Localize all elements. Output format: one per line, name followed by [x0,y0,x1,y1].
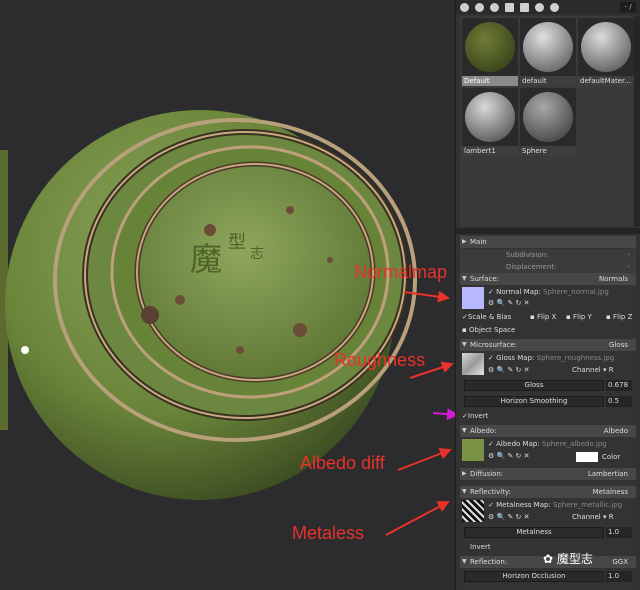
material-ball [523,22,573,72]
invert-metalness-checkbox[interactable]: Invert [470,543,491,551]
gloss-map-thumb[interactable] [462,353,484,375]
section-albedo[interactable]: ▼ Albedo: Albedo [460,425,636,437]
flip-y-checkbox[interactable]: ▪ Flip Y [566,313,592,321]
flip-z-checkbox[interactable]: ▪ Flip Z [606,313,632,321]
metalness-map-label: ✓ Metalness Map: Sphere_metallic.jpg [488,501,623,509]
horizon-occlusion-value[interactable]: 1.0 [606,571,632,582]
displacement-row[interactable]: Displacement: - [460,261,636,273]
gloss-channel-select[interactable]: Channel ▾ R [572,366,614,374]
material-label: Sphere [520,146,576,156]
metalness-map-tools[interactable]: ⚙ 🔍 ✎ ↻ ✕ [488,513,530,521]
annotation-arrows [385,290,454,536]
section-microsurface[interactable]: ▼ Microsurface: Gloss [460,339,636,351]
material-sphere[interactable]: Sphere [520,88,576,156]
library-scrollbar[interactable] [634,16,640,226]
viewport[interactable]: 魔 型 志 Normalmap Roughness Albedo diff Me… [0,0,455,590]
page-field[interactable]: - / [620,2,636,12]
section-reflectivity[interactable]: ▼ Reflectivity: Metalness [460,486,636,498]
invert-checkbox[interactable]: ✓Invert [462,412,488,420]
material-library: Default default defaultMater... lambert1… [460,16,634,226]
material-defaultmater[interactable]: defaultMater... [578,18,634,86]
screen: 魔 型 志 Normalmap Roughness Albedo diff Me… [0,0,640,590]
wechat-icon: ✿ [543,552,554,566]
albedo-color-label: Color [602,453,621,461]
add-icon[interactable] [460,2,469,12]
material-lambert1[interactable]: lambert1 [462,88,518,156]
material-properties: ▶ Main Subdivision: - Displacement: - ▼ Surf… [460,234,636,590]
metalness-channel-select[interactable]: Channel ▾ R [572,513,614,521]
gloss-value[interactable]: 0.678 [606,380,632,391]
arrow-roughness [409,361,454,379]
duplicate-icon[interactable] [475,2,484,12]
material-ball [581,22,631,72]
section-diffusion[interactable]: ▶ Diffusion: Lambertian [460,468,636,480]
metalness-map-thumb[interactable] [462,500,484,522]
tools-icon[interactable] [490,2,499,12]
arrow-invert [432,408,459,421]
material-ball [465,92,515,142]
metalness-slider[interactable]: Metalness [464,527,604,538]
albedo-color-swatch[interactable] [576,452,598,462]
material-default-lower[interactable]: default [520,18,576,86]
normal-map-thumb[interactable] [462,287,484,309]
material-ball [523,92,573,142]
scale-bias-checkbox[interactable]: ✓Scale & Bias [462,313,511,321]
cloud-icon[interactable] [535,2,544,12]
albedo-map-thumb[interactable] [462,439,484,461]
material-label: Default [462,76,518,86]
material-label: default [520,76,576,86]
material-ball [465,22,515,72]
folder-icon[interactable] [505,2,514,12]
albedo-map-label: ✓ Albedo Map: Sphere_albedo.jpg [488,440,607,448]
sphere-icon[interactable] [550,2,559,12]
gloss-slider[interactable]: Gloss [464,380,604,391]
section-surface[interactable]: ▼ Surface: Normals [460,273,636,285]
horizon-smoothing-value[interactable]: 0.5 [606,396,632,407]
horizon-occlusion-slider[interactable]: Horizon Occlusion [464,571,604,582]
albedo-map-tools[interactable]: ⚙ 🔍 ✎ ↻ ✕ [488,452,530,460]
arrow-normalmap [403,290,450,303]
trash-icon[interactable] [520,2,529,12]
horizon-smoothing-slider[interactable]: Horizon Smoothing [464,396,604,407]
material-default[interactable]: Default [462,18,518,86]
gloss-map-tools[interactable]: ⚙ 🔍 ✎ ↻ ✕ [488,366,530,374]
material-panel: - / Default default defaultMater... lamb… [455,0,640,590]
watermark: ✿ 魔型志 [543,552,593,566]
object-space-checkbox[interactable]: ▪ Object Space [462,326,515,334]
material-label: lambert1 [462,146,518,156]
subdivision-row[interactable]: Subdivision: - [460,249,636,261]
metalness-value[interactable]: 1.0 [606,527,632,538]
material-toolbar: - / [456,0,640,14]
section-main[interactable]: ▶ Main [460,236,636,248]
map-tools[interactable]: ⚙ 🔍 ✎ ↻ ✕ [488,299,530,307]
material-label: defaultMater... [578,76,634,86]
normal-map-label: ✓ Normal Map: Sphere_normal.jpg [488,288,609,296]
flip-x-checkbox[interactable]: ▪ Flip X [530,313,556,321]
gloss-map-label: ✓ Gloss Map: Sphere_roughness.jpg [488,354,615,362]
